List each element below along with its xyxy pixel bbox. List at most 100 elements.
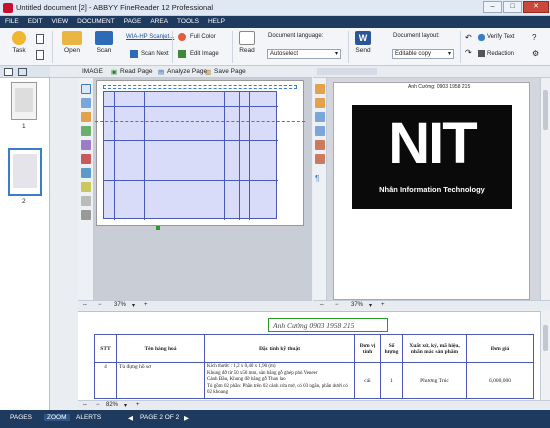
menu-tools[interactable]: TOOLS	[172, 16, 203, 25]
text-area-icon[interactable]	[81, 98, 91, 108]
table-area-icon[interactable]	[81, 126, 91, 136]
cell-name: Tủ đựng hồ sơ	[116, 362, 205, 399]
analyze-page-button[interactable]: Analyze Page	[167, 68, 207, 75]
redaction-button[interactable]: Redaction	[487, 51, 514, 57]
menu-page[interactable]: PAGE	[119, 16, 146, 25]
handwriting-area[interactable]	[103, 85, 297, 89]
task-icon	[12, 31, 26, 45]
menu-view[interactable]: VIEW	[47, 16, 73, 25]
image-zoom-value[interactable]: 37%	[114, 302, 126, 308]
format-icon[interactable]	[315, 84, 325, 94]
verify-text-button[interactable]: Verify Text	[487, 34, 515, 40]
zoom-dropdown-icon[interactable]: ▾	[369, 302, 372, 309]
save-page-button[interactable]: Save Page	[214, 68, 246, 75]
zoom-out-icon[interactable]: −	[96, 402, 100, 408]
new-page-icon[interactable]	[36, 50, 44, 60]
minimize-button[interactable]: –	[483, 1, 502, 13]
col-header-origin: Xuất xứ, ký, mã hiệu, nhãn mác sản phẩm	[402, 334, 467, 363]
zoom-pane-zoom-value[interactable]: 82%	[106, 402, 118, 408]
document-language-label: Document language:	[268, 33, 324, 39]
style-icon[interactable]	[315, 98, 325, 108]
recognized-text-page[interactable]: Anh Cường: 0903 1958 215 NIT Nhân Inform…	[333, 82, 530, 300]
alert-icon[interactable]	[315, 140, 325, 150]
pages-tab[interactable]: PAGES	[10, 414, 32, 421]
paragraph-icon[interactable]: ¶	[315, 174, 325, 184]
previous-page-icon[interactable]: ◀	[128, 414, 133, 422]
alerts-tab[interactable]: ALERTS	[76, 414, 101, 421]
link-icon[interactable]	[315, 154, 325, 164]
cell-stt: 4	[94, 362, 117, 399]
pointer-icon[interactable]	[81, 196, 91, 206]
open-button[interactable]: Open	[60, 31, 84, 54]
picture-area-icon[interactable]	[81, 112, 91, 122]
area-tools	[78, 78, 94, 310]
details-view-icon[interactable]	[18, 68, 27, 76]
view-icon[interactable]	[315, 126, 325, 136]
zoom-dropdown-icon[interactable]: ▾	[124, 402, 127, 409]
zoom-dropdown-icon[interactable]: ▾	[132, 302, 135, 309]
read-label: Read	[239, 47, 255, 54]
menu-file[interactable]: FILE	[0, 16, 23, 25]
zoom-in-icon[interactable]: +	[381, 302, 385, 308]
full-color-button[interactable]: Full Color	[190, 34, 216, 40]
resize-handle[interactable]	[156, 226, 160, 230]
add-area-icon[interactable]	[81, 168, 91, 178]
send-button[interactable]: W Send	[352, 31, 374, 54]
task-button[interactable]: Task	[8, 31, 30, 54]
edit-image-button[interactable]: Edit Image	[190, 51, 219, 57]
document-language-select[interactable]: Autoselect	[267, 49, 341, 59]
select-area-icon[interactable]	[81, 84, 91, 94]
scanner-icon	[95, 31, 113, 45]
zoom-in-icon[interactable]: +	[144, 302, 148, 308]
read-button[interactable]: Read	[236, 31, 258, 54]
table-area[interactable]	[103, 91, 278, 220]
undo-icon[interactable]: ↶	[465, 33, 472, 42]
page-thumbnail-2[interactable]	[8, 148, 42, 196]
pane-toggle-area	[50, 66, 78, 78]
next-page-icon[interactable]: ▶	[184, 414, 189, 422]
new-document-icon[interactable]	[36, 34, 44, 44]
document-page-image[interactable]	[95, 80, 305, 226]
fit-width-icon[interactable]: ⇔	[82, 402, 88, 408]
handwriting-area-zoom[interactable]: Anh Cường 0903 1958 215	[268, 318, 388, 332]
fit-width-icon[interactable]: ⇔	[319, 302, 325, 308]
gear-icon[interactable]: ⚙	[532, 49, 539, 58]
help-icon[interactable]: ?	[532, 33, 536, 42]
scan-next-button[interactable]: Scan Next	[141, 51, 169, 57]
document-layout-select[interactable]: Editable copy	[392, 49, 454, 59]
pages-view-toolbar	[0, 66, 50, 78]
hand-icon[interactable]	[81, 210, 91, 220]
redo-icon[interactable]: ↷	[465, 48, 472, 57]
thumbnail-view-icon[interactable]	[4, 68, 13, 76]
page-thumbnail-1[interactable]	[11, 82, 37, 120]
read-page-button[interactable]: Read Page	[120, 68, 153, 75]
text-scrollbar[interactable]	[540, 78, 550, 300]
zoom-out-icon[interactable]: −	[98, 302, 102, 308]
scanner-link[interactable]: WIA-HP Scanjet...	[126, 34, 174, 40]
zoom-in-icon[interactable]: +	[136, 402, 140, 408]
scroll-thumb[interactable]	[543, 325, 548, 351]
menu-help[interactable]: HELP	[203, 16, 229, 25]
verify-icon[interactable]	[315, 112, 325, 122]
menu-document[interactable]: DOCUMENT	[72, 16, 119, 25]
menu-edit[interactable]: EDIT	[23, 16, 47, 25]
image-pane-header: IMAGE ▣ Read Page ▤ Analyze Page ▥ Save …	[78, 66, 312, 78]
page-number-1: 1	[22, 123, 26, 130]
zoom-tab[interactable]: ZOOM	[44, 414, 70, 421]
text-zoom-value[interactable]: 37%	[351, 302, 363, 308]
fit-width-icon[interactable]: ⇔	[82, 302, 88, 308]
zoom-table[interactable]: STT Tên hàng hoá Đặc tính kỹ thuật Đơn v…	[94, 334, 534, 399]
text-toolbar-controls[interactable]	[317, 68, 377, 75]
background-picture-icon[interactable]	[81, 140, 91, 150]
cut-area-icon[interactable]	[81, 182, 91, 192]
close-button[interactable]: ✕	[523, 1, 549, 13]
scroll-thumb[interactable]	[543, 90, 548, 130]
zoom-scrollbar[interactable]	[540, 311, 550, 400]
save-page-icon: ▥	[205, 69, 212, 76]
zoom-out-icon[interactable]: −	[335, 302, 339, 308]
menu-area[interactable]: AREA	[145, 16, 172, 25]
redaction-icon	[478, 50, 485, 57]
scan-button[interactable]: Scan	[92, 31, 116, 54]
barcode-area-icon[interactable]	[81, 154, 91, 164]
maximize-button[interactable]: □	[503, 1, 522, 13]
